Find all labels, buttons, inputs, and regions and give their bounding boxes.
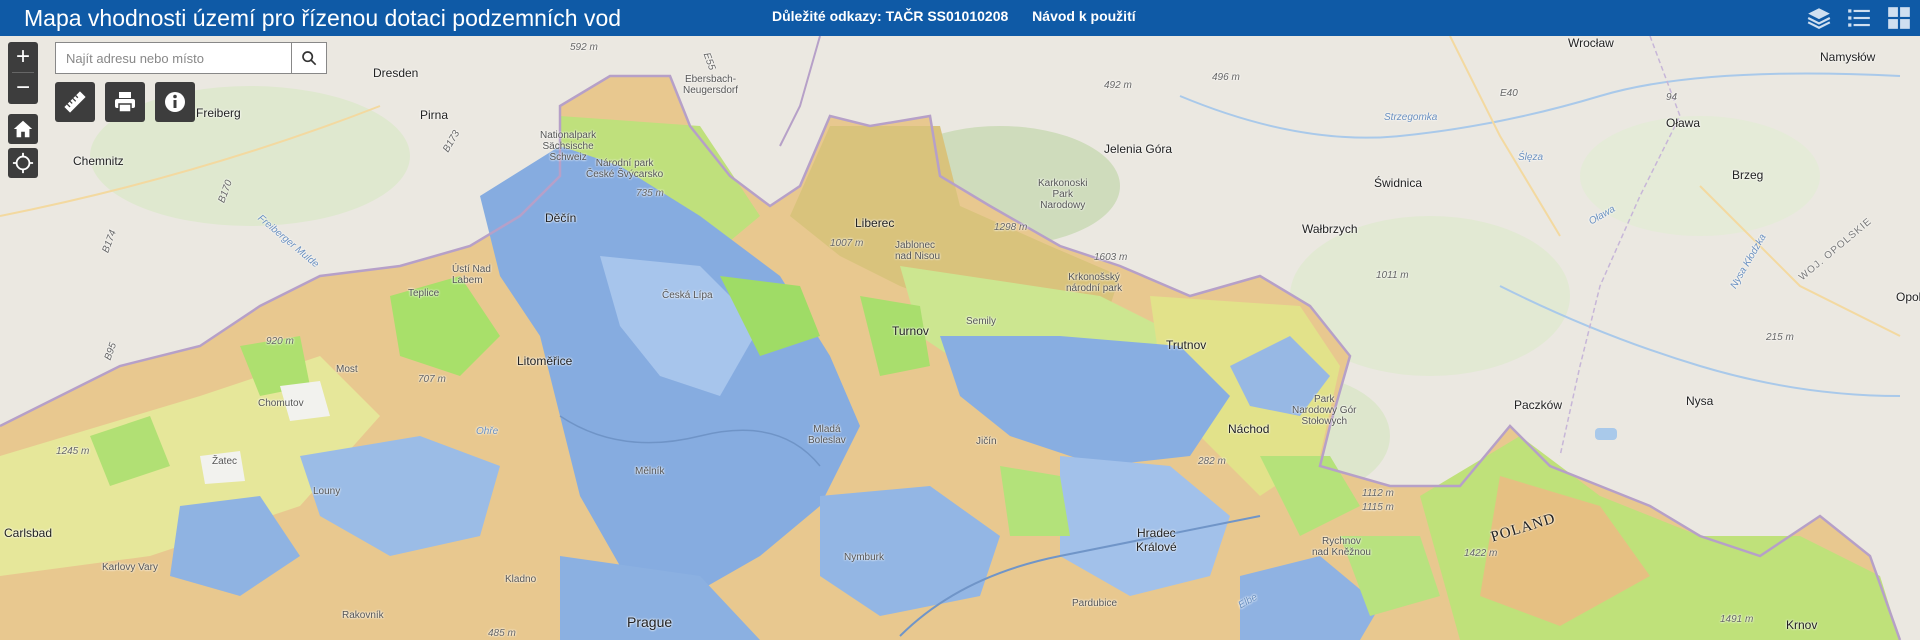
- label-trutnov: Trutnov: [1166, 338, 1207, 352]
- label-elev: 485 m: [488, 628, 516, 639]
- label-pirna: Pirna: [420, 108, 449, 122]
- label-litomerice: Litoměřice: [517, 354, 573, 368]
- app-header: Mapa vhodnosti území pro řízenou dotaci …: [0, 0, 1920, 36]
- label-chomutov: Chomutov: [258, 398, 304, 409]
- label-elev: 496 m: [1212, 72, 1240, 83]
- label-karlovy-vary: Karlovy Vary: [102, 562, 158, 573]
- label-elev: 215 m: [1766, 332, 1794, 343]
- header-toolbar: [1804, 3, 1914, 33]
- label-nachod: Náchod: [1228, 422, 1270, 436]
- label-park-gor-stolowych: Park Narodowy Gór Stołowych: [1292, 394, 1357, 427]
- label-elev: 492 m: [1104, 80, 1132, 91]
- label-louny: Louny: [313, 486, 341, 497]
- basemap-gallery-icon[interactable]: [1884, 3, 1914, 33]
- label-nymburk: Nymburk: [844, 552, 885, 563]
- search-button[interactable]: [291, 43, 326, 73]
- label-teplice: Teplice: [408, 288, 440, 299]
- label-semily: Semily: [966, 316, 997, 327]
- label-park-ceske-svycarsko: Národní park České Švýcarsko: [586, 158, 664, 180]
- label-decin: Děčín: [545, 211, 577, 225]
- zoom-out-button[interactable]: −: [8, 73, 38, 103]
- label-walbrzych: Wałbrzych: [1302, 222, 1358, 236]
- print-icon: [115, 92, 135, 113]
- label-ceska-lipa: Česká Lípa: [662, 290, 713, 301]
- label-elev: 1603 m: [1094, 252, 1128, 263]
- search-icon: [302, 51, 317, 66]
- measure-button[interactable]: [55, 82, 95, 122]
- label-jicin: Jičín: [976, 436, 997, 447]
- label-jablonec: Jablonec nad Nisou: [895, 240, 941, 262]
- label-mlada-boleslav: Mladá Boleslav: [808, 424, 846, 446]
- label-carlsbad: Carlsbad: [4, 526, 53, 540]
- info-button[interactable]: [155, 82, 195, 122]
- label-elev: 735 m: [636, 188, 664, 199]
- label-elev: 1298 m: [994, 222, 1028, 233]
- label-elev: 1491 m: [1720, 614, 1754, 625]
- label-jelenia-gora: Jelenia Góra: [1104, 142, 1173, 156]
- map-view[interactable]: Dresden Pirna Freiberg Chemnitz Ebersbac…: [0, 36, 1920, 640]
- label-park-krkonossky: Krkonošský národní park: [1066, 272, 1123, 294]
- label-wroclaw: Wrocław: [1568, 36, 1614, 50]
- label-river-sleza: Ślęza: [1518, 152, 1544, 163]
- label-prague: Prague: [627, 614, 673, 630]
- label-elev: 920 m: [266, 336, 294, 347]
- label-freiberg: Freiberg: [196, 106, 241, 120]
- label-park-karkonoski: Karkonoski Park Narodowy: [1038, 178, 1088, 211]
- label-road: E40: [1500, 88, 1518, 99]
- label-elev: 592 m: [570, 42, 598, 53]
- home-icon: [13, 120, 33, 138]
- label-rychnov: Rychnov nad Kněžnou: [1312, 536, 1371, 558]
- label-kladno: Kladno: [505, 574, 537, 585]
- label-brzeg: Brzeg: [1732, 168, 1764, 182]
- label-river-ohre: Ohře: [476, 426, 499, 437]
- label-hradec-kralove: Hradec Králové: [1136, 526, 1177, 554]
- link-manual[interactable]: Návod k použití: [1032, 8, 1135, 24]
- label-pardubice: Pardubice: [1072, 598, 1118, 609]
- search-box: [55, 42, 327, 74]
- label-most: Most: [336, 364, 358, 375]
- label-river-strzegomka: Strzegomka: [1384, 112, 1438, 123]
- label-elev: 1115 m: [1362, 502, 1394, 513]
- label-elev: 1422 m: [1464, 548, 1498, 559]
- info-icon: [165, 92, 185, 112]
- zoom-in-button[interactable]: +: [8, 42, 38, 72]
- label-turnov: Turnov: [892, 324, 929, 338]
- label-swidnica: Świdnica: [1374, 176, 1423, 190]
- label-rakovnik: Rakovník: [342, 610, 384, 621]
- legend-list-icon[interactable]: [1844, 3, 1874, 33]
- app-title: Mapa vhodnosti území pro řízenou dotaci …: [24, 5, 622, 31]
- label-elev: 1011 m: [1376, 270, 1409, 281]
- label-nysa: Nysa: [1686, 394, 1714, 408]
- label-paczkow: Paczków: [1514, 398, 1563, 412]
- home-button[interactable]: [8, 114, 38, 144]
- locate-button[interactable]: [8, 148, 38, 178]
- label-elev: 1245 m: [56, 446, 90, 457]
- label-liberec: Liberec: [855, 216, 895, 230]
- layers-icon[interactable]: [1804, 3, 1834, 33]
- label-zatec: Žatec: [212, 456, 238, 467]
- label-park-sachsische-schweiz: Nationalpark Sächsische Schweiz: [540, 130, 597, 163]
- label-elev: 1007 m: [830, 238, 864, 249]
- label-melnik: Mělník: [635, 466, 665, 477]
- label-elev: 707 m: [418, 374, 446, 385]
- label-namyslow: Namysłów: [1820, 50, 1876, 64]
- label-elev: 1112 m: [1362, 488, 1394, 499]
- label-dresden: Dresden: [373, 66, 419, 80]
- search-input[interactable]: [56, 43, 288, 73]
- label-krnov: Krnov: [1786, 618, 1818, 632]
- print-button[interactable]: [105, 82, 145, 122]
- locate-icon: [12, 152, 34, 174]
- label-chemnitz: Chemnitz: [73, 154, 124, 168]
- measure-icon: [64, 91, 86, 113]
- label-ebersbach: Ebersbach- Neugersdorf: [683, 74, 739, 96]
- label-olawa: Oława: [1666, 116, 1701, 130]
- label-road: 94: [1666, 92, 1678, 103]
- link-tacr[interactable]: Důležité odkazy: TAČR SS01010208: [772, 8, 1008, 24]
- header-links: Důležité odkazy: TAČR SS01010208 Návod k…: [772, 8, 1156, 24]
- label-opole: Opole: [1896, 290, 1920, 304]
- label-elev: 282 m: [1198, 456, 1226, 467]
- zoom-control: + −: [8, 42, 38, 104]
- label-usti: Ústí Nad Labem: [452, 264, 491, 286]
